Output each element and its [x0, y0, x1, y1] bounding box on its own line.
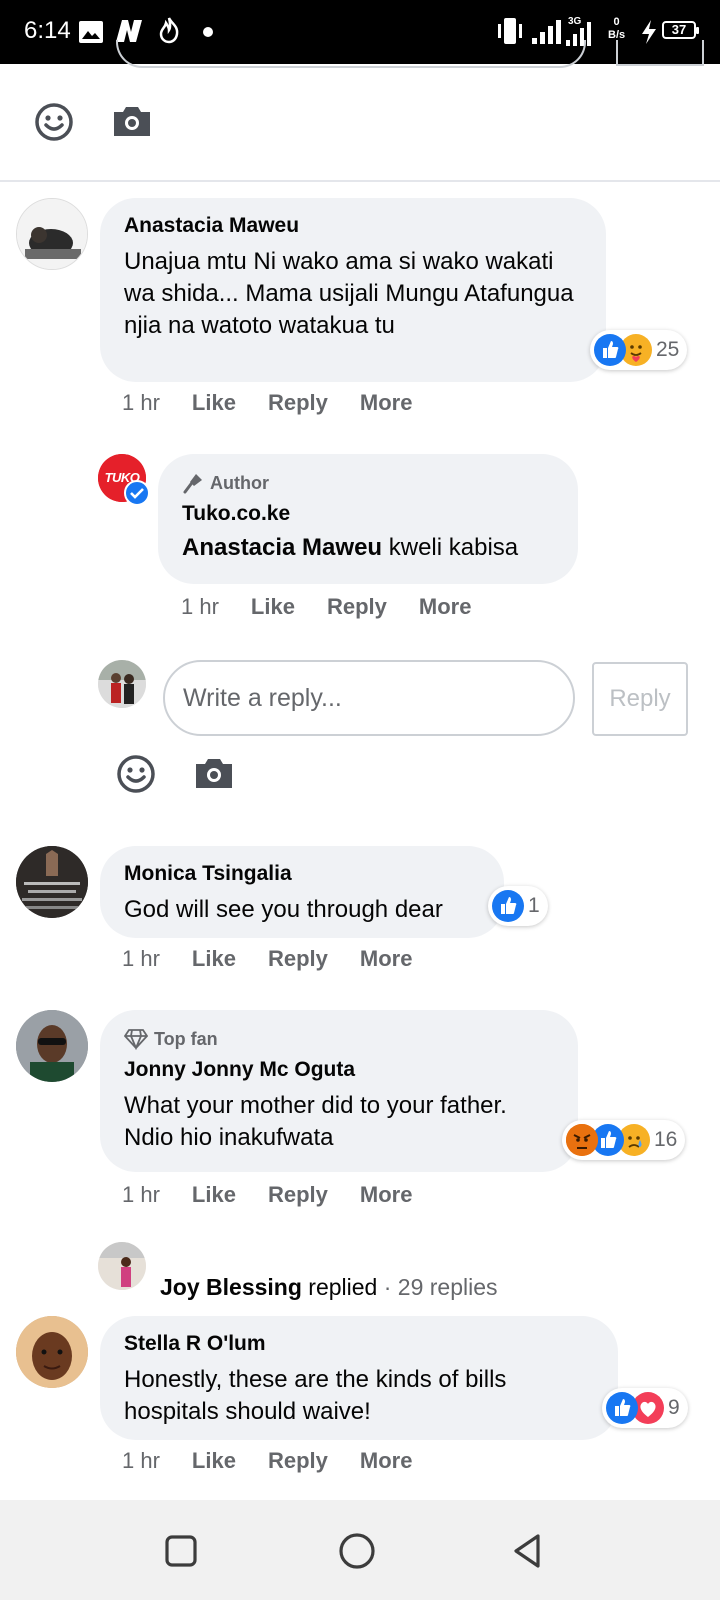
reply-author[interactable]: Tuko.co.ke: [182, 500, 554, 528]
angry-icon: [566, 1124, 598, 1156]
like-icon: [492, 890, 524, 922]
avatar[interactable]: [16, 1010, 88, 1082]
like-button[interactable]: Like: [192, 946, 236, 972]
comment-author[interactable]: Jonny Jonny Mc Oguta: [124, 1056, 554, 1084]
reply-button[interactable]: Reply: [268, 390, 328, 416]
reaction-summary[interactable]: 9: [602, 1388, 688, 1428]
comment-text: Unajua mtu Ni wako ama si wako wakati wa…: [124, 248, 574, 339]
replier-avatar[interactable]: [98, 1242, 146, 1290]
like-button[interactable]: Like: [251, 594, 295, 620]
reply-actions: 1 hr Like Reply More: [181, 594, 503, 620]
comment-actions: 1 hr Like Reply More: [122, 1448, 444, 1474]
emoji-icon[interactable]: [32, 100, 76, 144]
avatar[interactable]: [16, 198, 88, 270]
reply-submit-button[interactable]: Reply: [592, 662, 688, 736]
reply-button[interactable]: Reply: [268, 1182, 328, 1208]
comment-bubble[interactable]: Stella R O'lum Honestly, these are the k…: [100, 1316, 618, 1440]
comment-author[interactable]: Stella R O'lum: [124, 1330, 594, 1358]
avatar[interactable]: [16, 1316, 88, 1388]
comment-text: Honestly, these are the kinds of bills h…: [124, 1366, 507, 1425]
reply-button[interactable]: Reply: [268, 946, 328, 972]
avatar-photo: [17, 199, 87, 269]
back-icon[interactable]: [510, 1532, 544, 1570]
recents-icon[interactable]: [164, 1534, 198, 1568]
comment-time[interactable]: 1 hr: [122, 1182, 160, 1208]
avatar[interactable]: [16, 846, 88, 918]
more-button[interactable]: More: [419, 594, 472, 620]
reaction-summary[interactable]: 16: [562, 1120, 686, 1160]
home-icon[interactable]: [338, 1532, 376, 1570]
reaction-summary[interactable]: 25: [590, 330, 688, 370]
my-avatar: [98, 660, 146, 708]
reply-input[interactable]: Write a reply...: [163, 660, 575, 736]
mention-link[interactable]: Anastacia Maweu: [182, 534, 382, 561]
reply-bubble[interactable]: Author Tuko.co.ke Anastacia Maweu kweli …: [158, 454, 578, 584]
reaction-summary[interactable]: 1: [488, 886, 548, 926]
more-button[interactable]: More: [360, 946, 413, 972]
tuko-avatar[interactable]: TUKO: [98, 454, 150, 506]
system-nav-bar: [0, 1500, 720, 1600]
comment-time[interactable]: 1 hr: [122, 390, 160, 416]
reply-button[interactable]: Reply: [327, 594, 387, 620]
verified-badge-icon: [124, 480, 150, 506]
reply-text: kweli kabisa: [382, 534, 519, 561]
camera-icon[interactable]: [192, 752, 236, 796]
comment-actions: 1 hr Like Reply More: [122, 1182, 444, 1208]
view-replies-link[interactable]: Joy Blessing replied · 29 replies: [160, 1274, 498, 1301]
like-button[interactable]: Like: [192, 1448, 236, 1474]
like-button[interactable]: Like: [192, 1182, 236, 1208]
camera-icon[interactable]: [110, 100, 154, 144]
more-button[interactable]: More: [360, 1182, 413, 1208]
like-icon: [606, 1392, 638, 1424]
comment-author[interactable]: Anastacia Maweu: [124, 212, 582, 240]
emoji-icon[interactable]: [114, 752, 158, 796]
author-badge: Author: [182, 470, 554, 496]
divider: [0, 180, 720, 182]
diamond-icon: [124, 1029, 148, 1050]
comment-actions: 1 hr Like Reply More: [122, 946, 444, 972]
comment-bubble[interactable]: Anastacia Maweu Unajua mtu Ni wako ama s…: [100, 198, 606, 382]
reply-button[interactable]: Reply: [268, 1448, 328, 1474]
more-button[interactable]: More: [360, 390, 413, 416]
comment-actions: 1 hr Like Reply More: [122, 390, 444, 416]
like-button[interactable]: Like: [192, 390, 236, 416]
comment-time[interactable]: 1 hr: [122, 946, 160, 972]
comment-author[interactable]: Monica Tsingalia: [124, 860, 480, 888]
comment-text: God will see you through dear: [124, 896, 443, 923]
microphone-icon: [183, 474, 202, 494]
reply-time[interactable]: 1 hr: [181, 594, 219, 620]
comment-bubble[interactable]: Monica Tsingalia God will see you throug…: [100, 846, 504, 938]
more-button[interactable]: More: [360, 1448, 413, 1474]
like-icon: [594, 334, 626, 366]
comment-time[interactable]: 1 hr: [122, 1448, 160, 1474]
comment-bubble[interactable]: Top fan Jonny Jonny Mc Oguta What your m…: [100, 1010, 578, 1172]
top-fan-badge: Top fan: [124, 1026, 554, 1052]
comment-text: What your mother did to your father. Ndi…: [124, 1092, 507, 1151]
